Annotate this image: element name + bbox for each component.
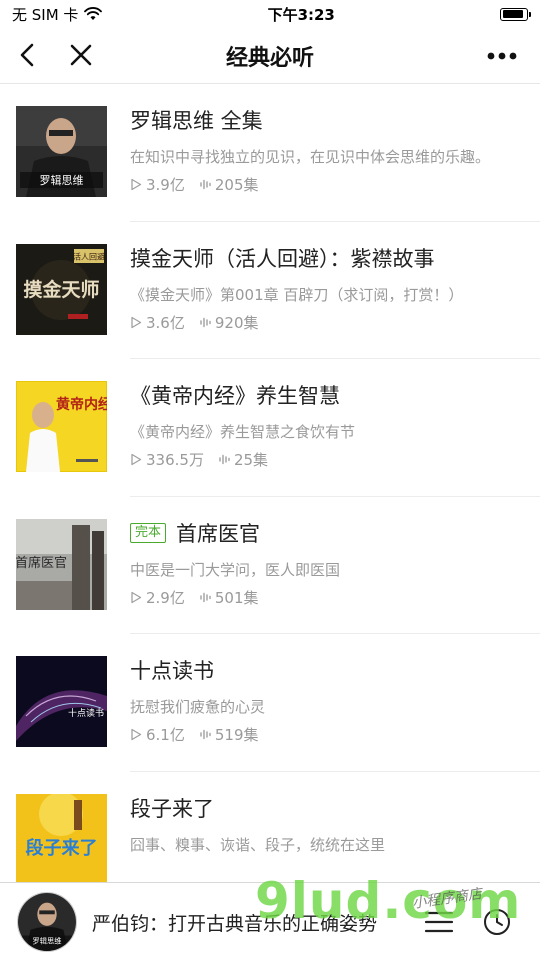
- item-title: 摸金天师（活人回避）：紫襟故事: [130, 246, 435, 271]
- item-text: 罗辑思维 全集 在知识中寻找独立的见识，在见识中体会思维的乐趣。 3.9亿 20…: [130, 104, 524, 195]
- item-text: 段子来了 囧事、糗事、诙谐、段子，统统在这里: [130, 792, 524, 856]
- item-meta: 3.9亿 205集: [130, 174, 524, 195]
- item-title-row: 段子来了: [130, 792, 524, 824]
- audio-wave-icon: [200, 592, 211, 602]
- item-title: 罗辑思维 全集: [130, 109, 263, 133]
- item-title-row: 罗辑思维 全集: [130, 104, 524, 136]
- battery-fill: [502, 10, 524, 18]
- player-avatar[interactable]: 罗辑思维: [17, 892, 77, 952]
- episode-count: 519集: [199, 724, 259, 745]
- svg-text:首席医官: 首席医官: [16, 555, 67, 571]
- play-count: 3.9亿: [130, 174, 185, 195]
- audio-wave-icon: [219, 454, 230, 465]
- item-desc: 囧事、糗事、诙谐、段子，统统在这里: [130, 835, 386, 854]
- item-text: 摸金天师（活人回避）：紫襟故事 《摸金天师》第001章 百辟刀（求订阅，打赏！）…: [130, 242, 524, 333]
- list-item[interactable]: 十点读书 十点读书 抚慰我们疲惫的心灵 6.1亿 519集: [0, 634, 540, 772]
- item-desc: 在知识中寻找独立的见识，在见识中体会思维的乐趣。: [130, 148, 491, 166]
- svg-text:段子来了: 段子来了: [26, 837, 98, 859]
- item-title-row: 摸金天师（活人回避）：紫襟故事: [130, 242, 524, 274]
- item-text: 完本 首席医官 中医是一门大学问，医人即医国 2.9亿 501集: [130, 517, 524, 608]
- status-bar: 无 SIM 卡 下午3:23: [0, 0, 540, 28]
- cover-image: 活人回避 摸金天师: [16, 243, 107, 335]
- cover-image: 罗辑思维: [16, 106, 107, 197]
- svg-text:罗辑思维: 罗辑思维: [32, 936, 61, 945]
- item-title: 《黄帝内经》养生智慧: [130, 384, 340, 408]
- play-icon: [131, 316, 142, 328]
- play-count: 6.1亿: [130, 724, 185, 745]
- item-desc: 《黄帝内经》养生智慧之食饮有节: [130, 423, 356, 441]
- list-item[interactable]: 罗辑思维 罗辑思维 全集 在知识中寻找独立的见识，在见识中体会思维的乐趣。 3.…: [0, 84, 540, 222]
- cover-image: 首席医官: [16, 518, 107, 610]
- status-time: 下午3:23: [267, 5, 335, 24]
- play-count: 2.9亿: [130, 587, 185, 608]
- audio-wave-icon: [200, 317, 211, 327]
- svg-text:十点读书: 十点读书: [68, 707, 104, 719]
- list-item[interactable]: 首席医官 完本 首席医官 中医是一门大学问，医人即医国 2.9亿 501集: [0, 497, 540, 634]
- item-desc: 抚慰我们疲惫的心灵: [130, 698, 266, 716]
- episode-count: 205集: [199, 174, 259, 195]
- audio-wave-icon: [200, 729, 211, 740]
- cover-image: 十点读书: [16, 656, 107, 747]
- episode-count: 501集: [199, 587, 259, 608]
- audio-wave-icon: [200, 179, 211, 190]
- item-meta: 2.9亿 501集: [130, 587, 524, 608]
- episode-count: 920集: [199, 312, 259, 333]
- item-meta: 336.5万 25集: [130, 449, 524, 470]
- svg-text:活人回避: 活人回避: [73, 251, 105, 261]
- list-item[interactable]: 活人回避 摸金天师 摸金天师（活人回避）：紫襟故事 《摸金天师》第001章 百辟…: [0, 222, 540, 359]
- status-badge: 完本: [130, 522, 167, 543]
- item-title: 十点读书: [130, 659, 214, 683]
- play-count: 336.5万: [130, 449, 204, 470]
- item-text: 十点读书 抚慰我们疲惫的心灵 6.1亿 519集: [130, 654, 524, 745]
- play-icon: [131, 591, 142, 603]
- battery-icon: [500, 7, 531, 21]
- carrier-label: 无 SIM 卡: [12, 5, 79, 24]
- episode-count: 25集: [218, 449, 268, 470]
- play-count: 3.6亿: [130, 312, 185, 333]
- cover-image: 段子来了: [16, 793, 107, 882]
- item-text: 《黄帝内经》养生智慧 《黄帝内经》养生智慧之食饮有节 336.5万 25集: [130, 379, 524, 470]
- close-icon[interactable]: [66, 40, 96, 70]
- svg-text:罗辑思维: 罗辑思维: [40, 173, 84, 187]
- more-horizontal-icon[interactable]: [486, 48, 518, 64]
- item-title: 首席医官: [176, 521, 261, 546]
- play-icon: [131, 728, 142, 741]
- item-title-row: 完本 首席医官: [130, 517, 524, 549]
- item-meta: 3.6亿 920集: [130, 312, 524, 333]
- chevron-left-icon[interactable]: [14, 40, 44, 70]
- item-title: 段子来了: [130, 796, 214, 821]
- play-icon: [131, 453, 142, 466]
- list-item[interactable]: 段子来了 段子来了 囧事、糗事、诙谐、段子，统统在这里: [0, 772, 540, 882]
- cover-image: 黄帝内经: [16, 381, 107, 472]
- nav-bar: 经典必听: [0, 28, 540, 84]
- svg-text:摸金天师: 摸金天师: [23, 278, 99, 301]
- wifi-icon: [84, 7, 103, 20]
- item-meta: 6.1亿 519集: [130, 724, 524, 745]
- svg-text:黄帝内经: 黄帝内经: [56, 396, 107, 413]
- play-icon: [131, 178, 142, 191]
- item-desc: 中医是一门大学问，医人即医国: [130, 560, 341, 579]
- album-list: 罗辑思维 罗辑思维 全集 在知识中寻找独立的见识，在见识中体会思维的乐趣。 3.…: [0, 84, 540, 882]
- status-left: 无 SIM 卡: [12, 4, 103, 25]
- item-desc: 《摸金天师》第001章 百辟刀（求订阅，打赏！）: [130, 285, 464, 304]
- item-title-row: 《黄帝内经》养生智慧: [130, 379, 524, 411]
- item-title-row: 十点读书: [130, 654, 524, 686]
- list-item[interactable]: 黄帝内经 《黄帝内经》养生智慧 《黄帝内经》养生智慧之食饮有节 336.5万 2…: [0, 359, 540, 497]
